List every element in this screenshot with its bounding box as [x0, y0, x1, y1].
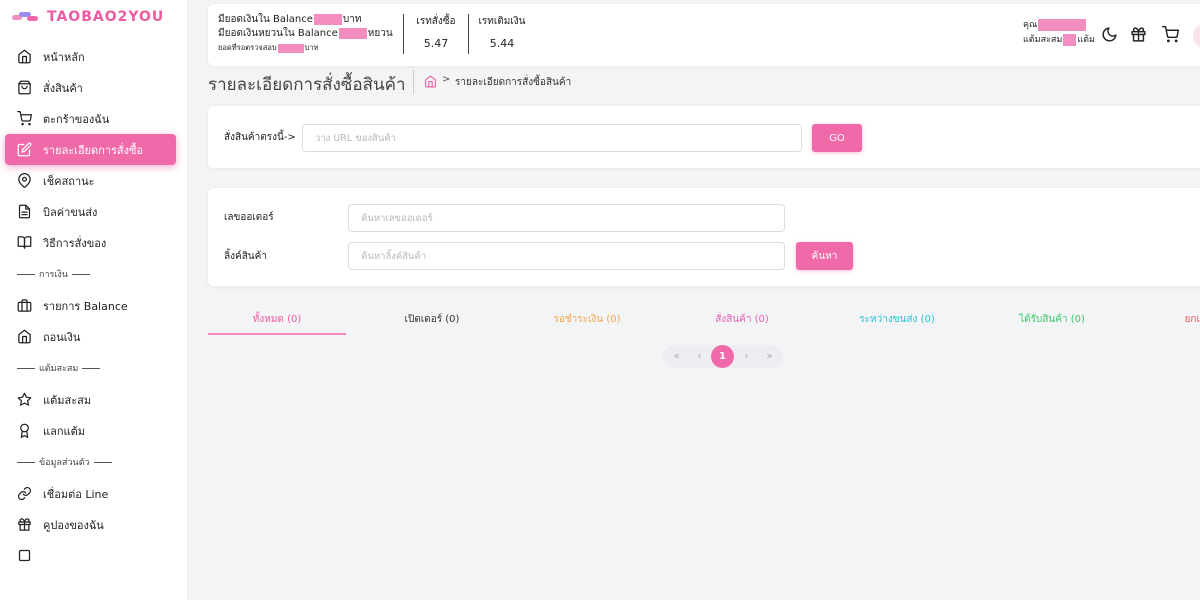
product-link-label: ลิ้งค์สินค้า: [224, 251, 267, 262]
brand-logo[interactable]: TAOBAO2YOU: [0, 0, 187, 34]
sidebar-item-label: แต้มสะสม: [43, 393, 92, 407]
sidebar-item-more[interactable]: [5, 540, 176, 571]
breadcrumb-divider: [413, 70, 414, 94]
header-divider: [468, 14, 469, 54]
search-card: เลขออเดอร์ ลิ้งค์สินค้า ค้นหา: [208, 188, 1200, 286]
breadcrumb-current: รายละเอียดการสั่งซื้อสินค้า: [455, 77, 572, 88]
home-icon: [18, 49, 31, 64]
product-link-search-input[interactable]: [348, 242, 785, 270]
section-points: แต้มสะสม: [0, 352, 187, 384]
balance-summary: มียอดเงินใน Balance บาท มียอดเงินหยวนใน B…: [218, 13, 393, 53]
sidebar-item-label: ตะกร้าของฉัน: [43, 112, 110, 126]
status-tab[interactable]: เปิดเดอร์ (0): [363, 307, 501, 335]
sidebar-item-award[interactable]: แลกแต้ม: [5, 415, 176, 446]
order-number-search-input[interactable]: [348, 204, 785, 232]
status-tab[interactable]: ได้รับสินค้า (0): [983, 307, 1121, 335]
edit-icon: [17, 142, 32, 157]
brand-name: TAOBAO2YOU: [47, 9, 165, 25]
rate-order: เรทสั่งซื้อ 5.47: [416, 16, 456, 50]
bank-icon: [18, 329, 31, 344]
sidebar-item-label: บิลค่าขนส่ง: [43, 205, 98, 219]
sidebar-item-edit[interactable]: รายละเอียดการสั่งซื้อ: [5, 134, 176, 165]
status-tabs: ทั้งหมด (0) เปิดเดอร์ (0) รอชำระเงิน (0) สั…: [208, 307, 1200, 335]
award-icon: [20, 423, 29, 438]
link-icon: [17, 486, 32, 501]
redacted-points: [1063, 33, 1077, 46]
avatar[interactable]: [1193, 23, 1200, 49]
sidebar-item-label: เชื่อมต่อ Line: [43, 487, 109, 501]
pagination-first[interactable]: «: [665, 345, 688, 368]
order-url-label: สั่งสินค้าตรงนี้->: [224, 132, 296, 143]
sidebar-item-label: ถอนเงิน: [43, 330, 81, 344]
briefcase-icon: [17, 299, 32, 312]
sidebar-item-label: หน้าหลัก: [43, 50, 85, 64]
brand-mark-icon: [12, 11, 38, 23]
go-button[interactable]: GO: [812, 124, 862, 152]
status-tab[interactable]: สั่งสินค้า (0): [673, 307, 811, 335]
status-tab[interactable]: รอชำระเงิน (0): [518, 307, 656, 335]
sidebar-item-label: คูปองของฉัน: [43, 518, 104, 532]
breadcrumb-separator: >: [442, 74, 451, 85]
breadcrumb-home-icon[interactable]: [424, 75, 437, 88]
pagination-current-page[interactable]: 1: [711, 345, 734, 368]
book-icon: [17, 236, 32, 249]
pagination-prev[interactable]: ‹: [688, 345, 711, 368]
document-icon: [18, 549, 31, 562]
sidebar-item-label: สั่งสินค้า: [43, 81, 83, 95]
page-title: รายละเอียดการสั่งซื้อสินค้า: [208, 75, 406, 95]
header-divider: [403, 14, 404, 54]
shopping-bag-icon: [18, 80, 31, 95]
sidebar-item-label: เช็คสถานะ: [43, 174, 95, 188]
redacted-username: [1038, 18, 1087, 31]
sidebar-item-label: วิธีการสั่งของ: [43, 236, 107, 250]
sidebar-item-label: รายการ Balance: [43, 299, 128, 313]
dark-mode-moon-icon[interactable]: [1101, 26, 1118, 43]
status-tab[interactable]: ยกเลิก (0): [1138, 307, 1200, 335]
redacted-pending: [277, 43, 304, 53]
sidebar-item-shopping-bag[interactable]: สั่งสินค้า: [5, 72, 176, 103]
status-tab[interactable]: ระหว่างขนส่ง (0): [828, 307, 966, 335]
pagination: « ‹ 1 › »: [663, 345, 783, 368]
sidebar-item-star[interactable]: แต้มสะสม: [5, 384, 176, 415]
sidebar-item-location-pin[interactable]: เช็คสถานะ: [5, 165, 176, 196]
gift-icon: [18, 518, 31, 531]
order-number-label: เลขออเดอร์: [224, 212, 274, 223]
star-icon: [17, 392, 32, 406]
sidebar-item-gift[interactable]: คูปองของฉัน: [5, 509, 176, 540]
cart-icon: [17, 111, 32, 126]
location-pin-icon: [18, 173, 31, 188]
rate-topup: เรทเติมเงิน 5.44: [478, 16, 526, 50]
pagination-last[interactable]: »: [758, 345, 781, 368]
sidebar-item-document[interactable]: บิลค่าขนส่ง: [5, 196, 176, 227]
pagination-next[interactable]: ›: [735, 345, 758, 368]
section-personal: ข้อมูลส่วนตัว: [0, 446, 187, 478]
section-finance: การเงิน: [0, 258, 187, 290]
sidebar-item-bank[interactable]: ถอนเงิน: [5, 321, 176, 352]
sidebar-item-link[interactable]: เชื่อมต่อ Line: [5, 478, 176, 509]
redacted-yuan: [338, 27, 367, 39]
user-info[interactable]: คุณ แต้มสะสม แต้ม: [1023, 18, 1095, 48]
gift-icon[interactable]: [1130, 26, 1147, 43]
sidebar-item-book[interactable]: วิธีการสั่งของ: [5, 227, 176, 258]
top-header: มียอดเงินใน Balance บาท มียอดเงินหยวนใน B…: [208, 4, 1200, 66]
sidebar-item-home[interactable]: หน้าหลัก: [5, 41, 176, 72]
product-url-input[interactable]: [302, 124, 802, 152]
sidebar-item-briefcase[interactable]: รายการ Balance: [5, 290, 176, 321]
sidebar-item-cart[interactable]: ตะกร้าของฉัน: [5, 103, 176, 134]
status-tab[interactable]: ทั้งหมด (0): [208, 307, 346, 335]
sidebar-item-label: รายละเอียดการสั่งซื้อ: [43, 143, 144, 157]
sidebar: TAOBAO2YOU หน้าหลักสั่งสินค้าตะกร้าของฉั…: [0, 0, 188, 600]
order-url-card: สั่งสินค้าตรงนี้-> GO: [208, 106, 1200, 168]
sidebar-item-label: แลกแต้ม: [43, 424, 85, 438]
redacted-balance: [313, 13, 342, 25]
search-button[interactable]: ค้นหา: [796, 242, 853, 270]
cart-icon[interactable]: [1162, 26, 1179, 43]
document-icon: [18, 204, 31, 219]
